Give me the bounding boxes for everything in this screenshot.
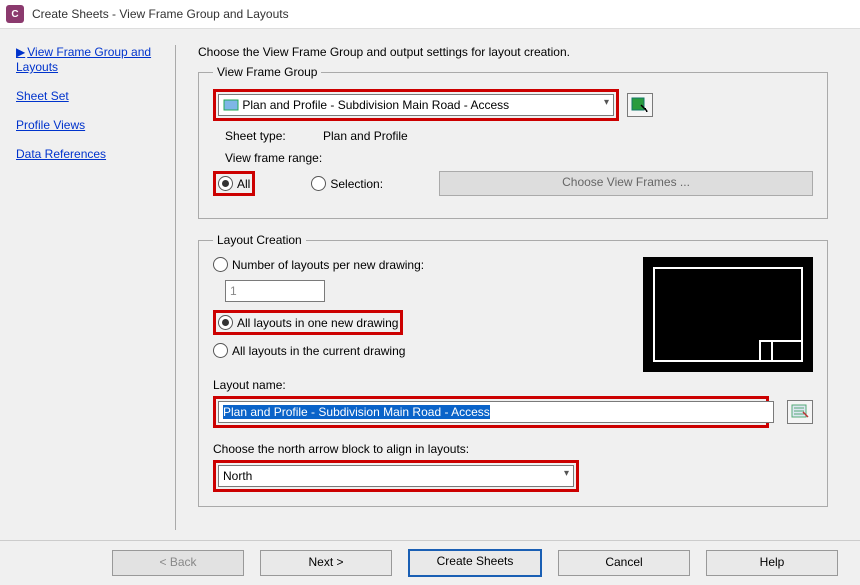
num-layouts-input[interactable]: 1 — [225, 280, 325, 302]
north-arrow-label: Choose the north arrow block to align in… — [213, 442, 813, 456]
layout-creation-fieldset: Layout Creation Number of layouts per ne… — [198, 233, 828, 507]
sidebar-item-label: Profile Views — [16, 118, 85, 132]
window-title: Create Sheets - View Frame Group and Lay… — [32, 7, 289, 21]
dialog-window: C Create Sheets - View Frame Group and L… — [0, 0, 860, 585]
radio-all-layouts-current-drawing[interactable]: All layouts in the current drawing — [213, 343, 405, 358]
cancel-button[interactable]: Cancel — [558, 550, 690, 576]
radio-num-label: Number of layouts per new drawing: — [232, 258, 424, 272]
radio-dot-icon — [218, 176, 233, 191]
sidebar-item-label: Sheet Set — [16, 89, 69, 103]
radio-dot-icon — [218, 315, 233, 330]
next-button[interactable]: Next > — [260, 550, 392, 576]
help-button[interactable]: Help — [706, 550, 838, 576]
template-icon — [791, 404, 809, 420]
back-button[interactable]: < Back — [112, 550, 244, 576]
layout-legend: Layout Creation — [213, 233, 306, 247]
radio-all-one-label: All layouts in one new drawing — [237, 316, 398, 330]
view-frame-group-fieldset: View Frame Group Plan and Profile - Subd… — [198, 65, 828, 219]
sidebar-item-sheet-set[interactable]: Sheet Set — [16, 89, 171, 104]
vfg-legend: View Frame Group — [213, 65, 321, 79]
radio-dot-icon — [213, 257, 228, 272]
dialog-footer: < Back Next > Create Sheets Cancel Help — [0, 540, 860, 585]
titlebar: C Create Sheets - View Frame Group and L… — [0, 0, 860, 29]
layout-name-template-button[interactable] — [787, 400, 813, 424]
radio-dot-icon — [213, 343, 228, 358]
view-frame-range-label: View frame range: — [225, 151, 813, 165]
radio-all-current-label: All layouts in the current drawing — [232, 344, 405, 358]
vfg-select-value: Plan and Profile - Subdivision Main Road… — [242, 98, 509, 112]
sidebar-item-label: Data References — [16, 147, 106, 161]
pick-icon — [631, 97, 649, 113]
sheet-type-label: Sheet type: — [225, 129, 315, 143]
radio-selection[interactable]: Selection: — [311, 176, 383, 191]
radio-all-layouts-one-drawing[interactable]: All layouts in one new drawing — [218, 315, 398, 330]
instruction-text: Choose the View Frame Group and output s… — [198, 45, 828, 59]
view-frame-group-select[interactable]: Plan and Profile - Subdivision Main Road… — [218, 94, 614, 116]
sidebar-item-view-frame-group[interactable]: ▶View Frame Group and Layouts — [16, 45, 171, 75]
layout-name-input[interactable]: Plan and Profile - Subdivision Main Road… — [218, 401, 774, 423]
choose-view-frames-button[interactable]: Choose View Frames ... — [439, 171, 813, 196]
layout-name-label: Layout name: — [213, 378, 813, 392]
wizard-sidebar: ▶View Frame Group and Layouts Sheet Set … — [10, 45, 176, 530]
num-layouts-value: 1 — [230, 284, 237, 298]
create-sheets-button[interactable]: Create Sheets — [408, 549, 542, 577]
north-arrow-select[interactable]: North — [218, 465, 574, 487]
layout-preview — [643, 257, 813, 372]
app-icon: C — [6, 5, 24, 23]
pick-from-drawing-button[interactable] — [627, 93, 653, 117]
sidebar-item-data-references[interactable]: Data References — [16, 147, 171, 162]
radio-all-label: All — [237, 177, 250, 191]
sidebar-item-label: View Frame Group and Layouts — [16, 45, 151, 74]
radio-all[interactable]: All — [218, 176, 250, 191]
radio-dot-icon — [311, 176, 326, 191]
frame-group-icon — [223, 98, 239, 112]
radio-selection-label: Selection: — [330, 177, 383, 191]
sidebar-item-profile-views[interactable]: Profile Views — [16, 118, 171, 133]
sheet-type-value: Plan and Profile — [323, 129, 408, 143]
layout-name-value: Plan and Profile - Subdivision Main Road… — [223, 405, 490, 419]
radio-number-of-layouts[interactable]: Number of layouts per new drawing: — [213, 257, 424, 272]
main-panel: Choose the View Frame Group and output s… — [176, 45, 850, 530]
north-arrow-value: North — [223, 469, 252, 483]
